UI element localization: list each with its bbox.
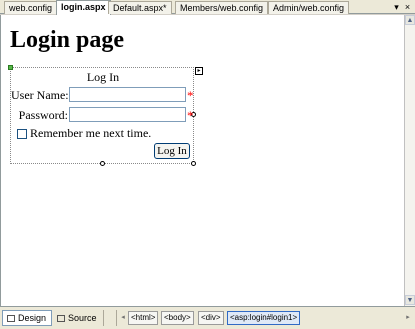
vertical-scrollbar[interactable]: ▲ ▼ [404, 15, 415, 306]
tab-login-aspx[interactable]: login.aspx [56, 0, 111, 15]
design-view-button[interactable]: Design [2, 310, 53, 326]
login-title: Log In [86, 70, 120, 84]
next-tag-icon[interactable]: ▸ [404, 311, 412, 325]
tab-members-web-config[interactable]: Members/web.config [175, 1, 269, 14]
document-tab-strip: web.config login.aspx Default.aspx* Memb… [0, 0, 415, 15]
page-title: Login page [10, 27, 125, 53]
divider [116, 310, 117, 326]
password-field[interactable] [69, 107, 186, 122]
breadcrumb-asp-login[interactable]: <asp:login#login1> [227, 311, 301, 325]
tab-admin-web-config[interactable]: Admin/web.config [268, 1, 350, 14]
design-view-label: Design [18, 313, 47, 323]
design-view-icon [7, 315, 15, 322]
tab-web-config[interactable]: web.config [4, 1, 58, 14]
username-field[interactable] [69, 87, 186, 102]
design-surface[interactable]: Login page ▸ Log In User Name: * Passwor… [0, 15, 404, 306]
username-label: User Name: [11, 88, 69, 102]
scroll-up-icon[interactable]: ▲ [405, 15, 415, 25]
breadcrumb-html[interactable]: <html> [128, 311, 159, 325]
password-label: Password: [18, 108, 68, 122]
previous-tag-icon[interactable]: ◂ [119, 311, 127, 325]
remember-me-checkbox[interactable] [17, 129, 27, 139]
resize-handle-corner-icon[interactable] [191, 161, 196, 166]
login-button[interactable]: Log In [154, 143, 190, 159]
view-and-tag-bar: Design Source ◂ <html> <body> <div> <asp… [0, 306, 415, 329]
tab-default-aspx[interactable]: Default.aspx* [108, 1, 172, 14]
scroll-down-icon[interactable]: ▼ [405, 295, 415, 305]
login-control[interactable]: ▸ Log In User Name: * Password: * Rememb… [8, 65, 203, 166]
source-view-label: Source [68, 313, 97, 323]
remember-me-label: Remember me next time. [30, 126, 152, 140]
breadcrumb-div[interactable]: <div> [198, 311, 224, 325]
source-view-button[interactable]: Source [52, 310, 103, 326]
password-required-marker: * [187, 108, 194, 123]
divider [103, 310, 104, 326]
close-document-icon[interactable]: × [402, 1, 413, 13]
source-view-icon [57, 315, 65, 322]
username-required-marker: * [187, 88, 194, 103]
tab-list-dropdown-icon[interactable]: ▾ [391, 1, 402, 13]
smart-tag-icon[interactable]: ▸ [195, 67, 203, 75]
resize-handle-bottom-icon[interactable] [100, 161, 105, 166]
tab-window-controls: ▾ × [391, 1, 413, 13]
breadcrumb-body[interactable]: <body> [161, 311, 194, 325]
